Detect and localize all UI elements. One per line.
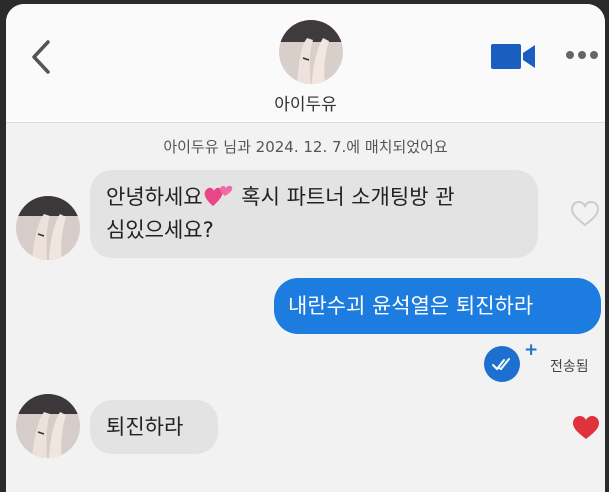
two-hearts-emoji [204, 185, 232, 206]
chat-screen: 아이두유 아이두유 님과 2024. 12. 7.에 매치되었어요 안녕하세요 … [6, 4, 605, 492]
heart-outline-icon[interactable] [570, 200, 600, 228]
profile-avatar[interactable] [279, 20, 343, 84]
heart-filled-icon[interactable] [571, 414, 601, 442]
message-text: 안녕하세요 [106, 185, 203, 209]
chevron-left-icon[interactable] [26, 38, 56, 76]
sent-status: 전송됨 [550, 359, 589, 375]
video-call-icon[interactable] [491, 41, 537, 71]
message-bubble-received[interactable]: 퇴진하라 [90, 400, 218, 454]
plus-icon: + [524, 340, 539, 360]
message-text: 혹시 파트너 소개팅방 관 [234, 185, 455, 209]
message-bubble-received[interactable]: 안녕하세요 혹시 파트너 소개팅방 관 심있으세요? [90, 170, 538, 258]
sender-avatar[interactable] [16, 394, 80, 458]
sender-avatar[interactable] [16, 196, 80, 260]
more-dots-icon[interactable] [564, 48, 600, 62]
delivered-check-icon [484, 346, 520, 382]
chat-header: 아이두유 [6, 4, 605, 123]
message-text: 심있으세요? [106, 218, 214, 242]
message-bubble-sent[interactable]: 내란수괴 윤석열은 퇴진하라 [274, 278, 601, 334]
profile-name[interactable]: 아이두유 [6, 90, 605, 115]
match-notice: 아이두유 님과 2024. 12. 7.에 매치되었어요 [163, 138, 448, 156]
